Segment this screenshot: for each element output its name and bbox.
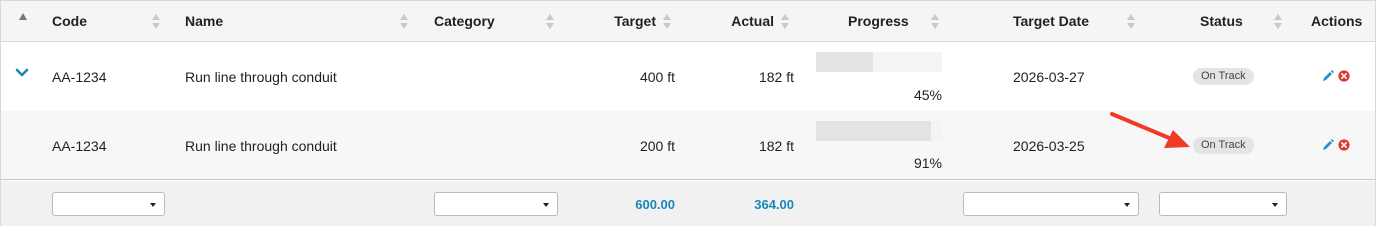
sort-icon[interactable]: [781, 14, 790, 30]
progress-bar: [816, 52, 942, 72]
column-header-status[interactable]: Status: [1200, 1, 1243, 42]
cell-actual: 182 ft: [758, 138, 794, 154]
cell-target-date: 2026-03-27: [1013, 69, 1085, 85]
cell-code: AA-1234: [52, 69, 107, 85]
cell-target: 400 ft: [639, 69, 675, 85]
sort-icon[interactable]: [546, 14, 555, 30]
grid-footer: 600.00 364.00: [1, 181, 1375, 226]
column-header-code[interactable]: Code: [52, 1, 87, 42]
sort-up-icon[interactable]: [19, 13, 27, 20]
cell-name: Run line through conduit: [185, 138, 337, 154]
target-total: 600.00: [635, 197, 675, 212]
status-badge: On Track: [1193, 137, 1254, 154]
column-header-actual[interactable]: Actual: [681, 1, 774, 42]
column-header-category[interactable]: Category: [434, 1, 495, 42]
sort-icon[interactable]: [663, 14, 672, 30]
sort-icon[interactable]: [400, 14, 409, 30]
close-circle-icon[interactable]: [1338, 70, 1350, 82]
grid-header: Code Name Category Target Actual Progres…: [1, 1, 1375, 42]
progress-label: 91%: [913, 155, 942, 171]
column-header-target-date[interactable]: Target Date: [1013, 1, 1089, 42]
column-header-actions: Actions: [1311, 13, 1363, 29]
cell-target: 200 ft: [639, 138, 675, 154]
column-header-progress[interactable]: Progress: [848, 1, 909, 42]
sort-icon[interactable]: [152, 14, 161, 30]
progress-fill: [816, 52, 873, 72]
chevron-down-icon[interactable]: [15, 68, 29, 78]
caret-down-icon: [1272, 203, 1278, 207]
cell-target-date: 2026-03-25: [1013, 138, 1085, 154]
status-filter-select[interactable]: [1159, 192, 1287, 216]
cell-name: Run line through conduit: [185, 69, 337, 85]
sort-icon[interactable]: [1274, 14, 1283, 30]
pencil-icon[interactable]: [1323, 139, 1334, 150]
progress-fill: [816, 121, 931, 141]
progress-label: 45%: [913, 87, 942, 103]
row-actions: [1323, 70, 1350, 82]
progress-bar: [816, 121, 942, 141]
close-circle-icon[interactable]: [1338, 139, 1350, 151]
target-date-filter-select[interactable]: [963, 192, 1139, 216]
row-actions: [1323, 139, 1350, 151]
cell-actual: 182 ft: [758, 69, 794, 85]
status-badge: On Track: [1193, 68, 1254, 85]
column-header-target[interactable]: Target: [561, 1, 656, 42]
code-filter-select[interactable]: [52, 192, 165, 216]
annotation-arrow-icon: [1110, 112, 1190, 148]
category-filter-select[interactable]: [434, 192, 558, 216]
table-row[interactable]: AA-1234 Run line through conduit 400 ft …: [1, 42, 1375, 111]
caret-down-icon: [150, 203, 156, 207]
pencil-icon[interactable]: [1323, 70, 1334, 81]
caret-down-icon: [1124, 203, 1130, 207]
sort-icon[interactable]: [1127, 14, 1136, 30]
cell-code: AA-1234: [52, 138, 107, 154]
caret-down-icon: [543, 203, 549, 207]
actual-total: 364.00: [754, 197, 794, 212]
sort-icon[interactable]: [931, 14, 940, 30]
column-header-name[interactable]: Name: [185, 1, 223, 42]
